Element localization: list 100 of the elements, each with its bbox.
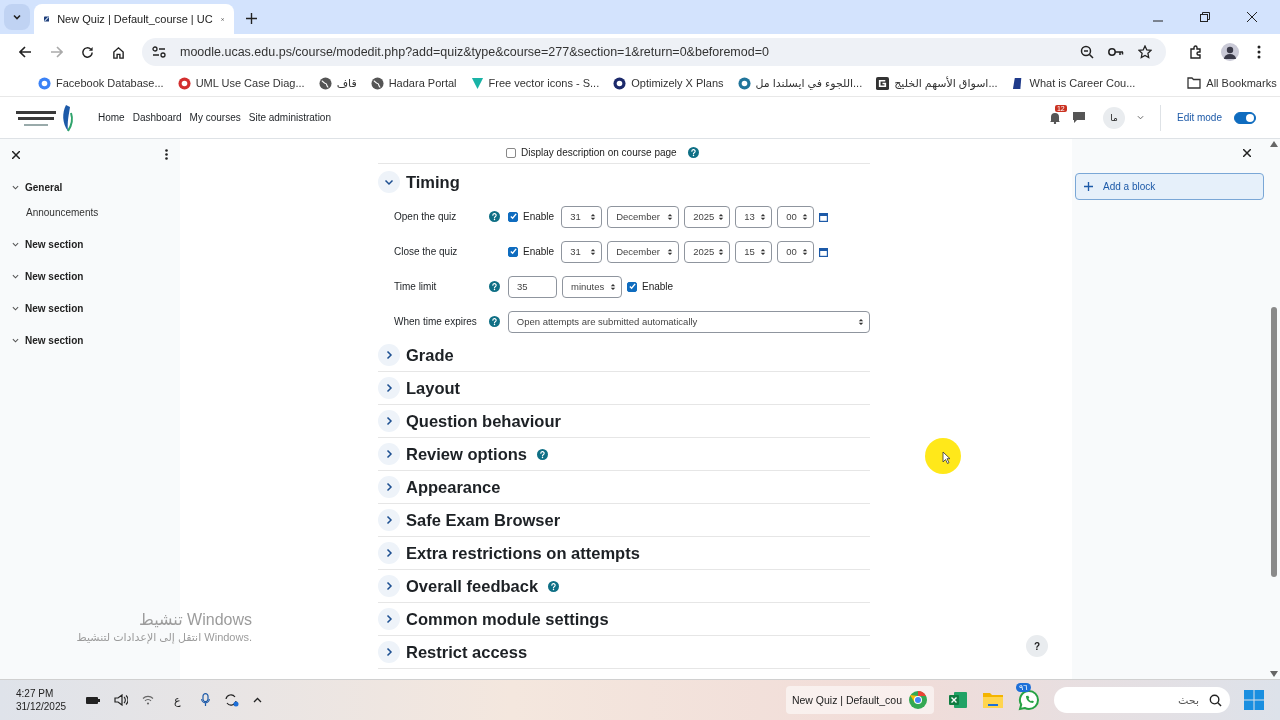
- bookmark[interactable]: Facebook Database...: [38, 76, 164, 90]
- checkbox[interactable]: [508, 246, 518, 257]
- edit-mode-toggle[interactable]: [1234, 111, 1256, 124]
- section-heading[interactable]: Extra restrictions on attempts: [406, 543, 640, 563]
- star-icon[interactable]: [1138, 45, 1152, 59]
- help-button[interactable]: ?: [1026, 635, 1048, 657]
- expand-button[interactable]: [378, 509, 400, 531]
- nav-link[interactable]: Dashboard: [132, 112, 182, 123]
- expand-button[interactable]: [378, 608, 400, 630]
- hour-dropdown[interactable]: 15: [735, 240, 773, 263]
- site-settings-icon[interactable]: [152, 46, 166, 58]
- new-tab-icon[interactable]: [246, 13, 257, 24]
- minute-dropdown[interactable]: 00: [777, 240, 815, 263]
- day-dropdown[interactable]: 31: [561, 240, 603, 263]
- calendar-icon[interactable]: [819, 211, 829, 222]
- reload-icon[interactable]: [81, 45, 94, 59]
- checkbox[interactable]: [506, 147, 516, 158]
- collapse-button[interactable]: [378, 171, 400, 193]
- close-icon[interactable]: [1243, 149, 1251, 157]
- section-link[interactable]: New section: [25, 335, 84, 346]
- battery-icon[interactable]: [86, 695, 101, 705]
- home-icon[interactable]: [112, 45, 125, 59]
- expand-button[interactable]: [378, 443, 400, 465]
- section-heading[interactable]: Appearance: [406, 477, 501, 497]
- chevron-down-icon[interactable]: [12, 184, 19, 191]
- expand-button[interactable]: [378, 410, 400, 432]
- browser-tab[interactable]: New Quiz | Default_course | UC: [34, 4, 234, 34]
- folder-app-icon[interactable]: [982, 691, 1004, 709]
- chat-app-icon[interactable]: [1018, 689, 1040, 711]
- chat-icon[interactable]: [1072, 112, 1085, 123]
- day-dropdown[interactable]: 31: [561, 205, 603, 228]
- section-link[interactable]: New section: [25, 271, 84, 282]
- bell-icon[interactable]: [1048, 111, 1061, 124]
- nav-link[interactable]: Home: [98, 112, 125, 123]
- key-icon[interactable]: [1108, 47, 1124, 57]
- bookmark[interactable]: What is Career Cou...: [1011, 76, 1136, 90]
- volume-icon[interactable]: [114, 694, 129, 706]
- section-heading[interactable]: Question behaviour: [406, 411, 561, 431]
- help-icon[interactable]: [687, 147, 699, 158]
- sync-icon[interactable]: [223, 693, 239, 707]
- input-language[interactable]: ع: [174, 693, 181, 707]
- expand-button[interactable]: [378, 377, 400, 399]
- back-icon[interactable]: [19, 46, 32, 58]
- wifi-icon[interactable]: [142, 695, 155, 705]
- section-link[interactable]: New section: [25, 239, 84, 250]
- help-icon[interactable]: [489, 211, 500, 222]
- spreadsheet-app-icon[interactable]: [948, 690, 968, 710]
- section-link[interactable]: New section: [25, 303, 84, 314]
- help-icon[interactable]: [537, 448, 549, 460]
- close-icon[interactable]: [1247, 12, 1257, 22]
- minute-dropdown[interactable]: 00: [777, 205, 815, 228]
- search-field[interactable]: بحث: [1054, 687, 1230, 713]
- bookmark[interactable]: قاف: [318, 76, 357, 90]
- bookmark[interactable]: Optimizely X Plans: [613, 76, 724, 90]
- close-icon[interactable]: [12, 150, 20, 159]
- profile-avatar[interactable]: [1221, 43, 1239, 61]
- section-heading[interactable]: Layout: [406, 378, 461, 398]
- scroll-down-icon[interactable]: [1270, 671, 1278, 677]
- nav-link[interactable]: My courses: [189, 112, 241, 123]
- month-dropdown[interactable]: December: [607, 240, 680, 263]
- bookmark[interactable]: UML Use Case Diag...: [177, 76, 305, 90]
- bookmark[interactable]: Free vector icons - S...: [470, 76, 600, 90]
- section-heading[interactable]: Common module settings: [406, 609, 609, 629]
- section-link[interactable]: General: [25, 182, 63, 193]
- help-icon[interactable]: [488, 316, 500, 327]
- microphone-icon[interactable]: [200, 693, 210, 707]
- hour-dropdown[interactable]: 13: [735, 205, 773, 228]
- extensions-icon[interactable]: [1189, 45, 1203, 59]
- chevron-up-icon[interactable]: [252, 697, 262, 703]
- menu-icon[interactable]: [1257, 45, 1261, 59]
- chevron-down-icon[interactable]: [12, 305, 19, 312]
- nav-link[interactable]: Site administration: [248, 112, 331, 123]
- number-field[interactable]: 35: [508, 275, 557, 298]
- help-icon[interactable]: [548, 580, 560, 592]
- address-bar[interactable]: moodle.ucas.edu.ps/course/modedit.php?add=quiz&type&course=277&section=1&return=0&beforemod=0: [142, 38, 1166, 66]
- clock[interactable]: 4:27 PM 31/12/2025: [16, 687, 67, 713]
- section-heading[interactable]: Timing: [406, 172, 460, 192]
- taskbar-app-button[interactable]: New Quiz | Default_cou: [785, 686, 934, 714]
- scrollbar[interactable]: [1268, 139, 1280, 679]
- zoom-icon[interactable]: [1080, 45, 1094, 59]
- restore-icon[interactable]: [1200, 12, 1210, 22]
- kebab-menu-icon[interactable]: [165, 149, 168, 160]
- section-heading[interactable]: Review options: [406, 444, 528, 464]
- checkbox[interactable]: [508, 211, 518, 222]
- logo-drawing[interactable]: [14, 102, 76, 133]
- all-bookmarks-button[interactable]: All Bookmarks: [1187, 77, 1277, 89]
- bookmark[interactable]: اسواق الأسهم الخليج...: [876, 76, 998, 90]
- scroll-up-icon[interactable]: [1270, 141, 1278, 147]
- unit-dropdown[interactable]: minutes: [562, 275, 622, 298]
- section-heading[interactable]: Restrict access: [406, 642, 528, 662]
- section-heading[interactable]: Overall feedback: [406, 576, 539, 596]
- calendar-icon[interactable]: [819, 246, 829, 257]
- chevron-down-icon[interactable]: [12, 273, 19, 280]
- add-block-button[interactable]: Add a block: [1075, 173, 1264, 200]
- checkbox[interactable]: [627, 281, 637, 292]
- section-heading[interactable]: Safe Exam Browser: [406, 510, 561, 530]
- chevron-down-icon[interactable]: [12, 337, 19, 344]
- expand-button[interactable]: [378, 542, 400, 564]
- expand-button[interactable]: [378, 476, 400, 498]
- bookmark[interactable]: Hadara Portal: [370, 76, 457, 90]
